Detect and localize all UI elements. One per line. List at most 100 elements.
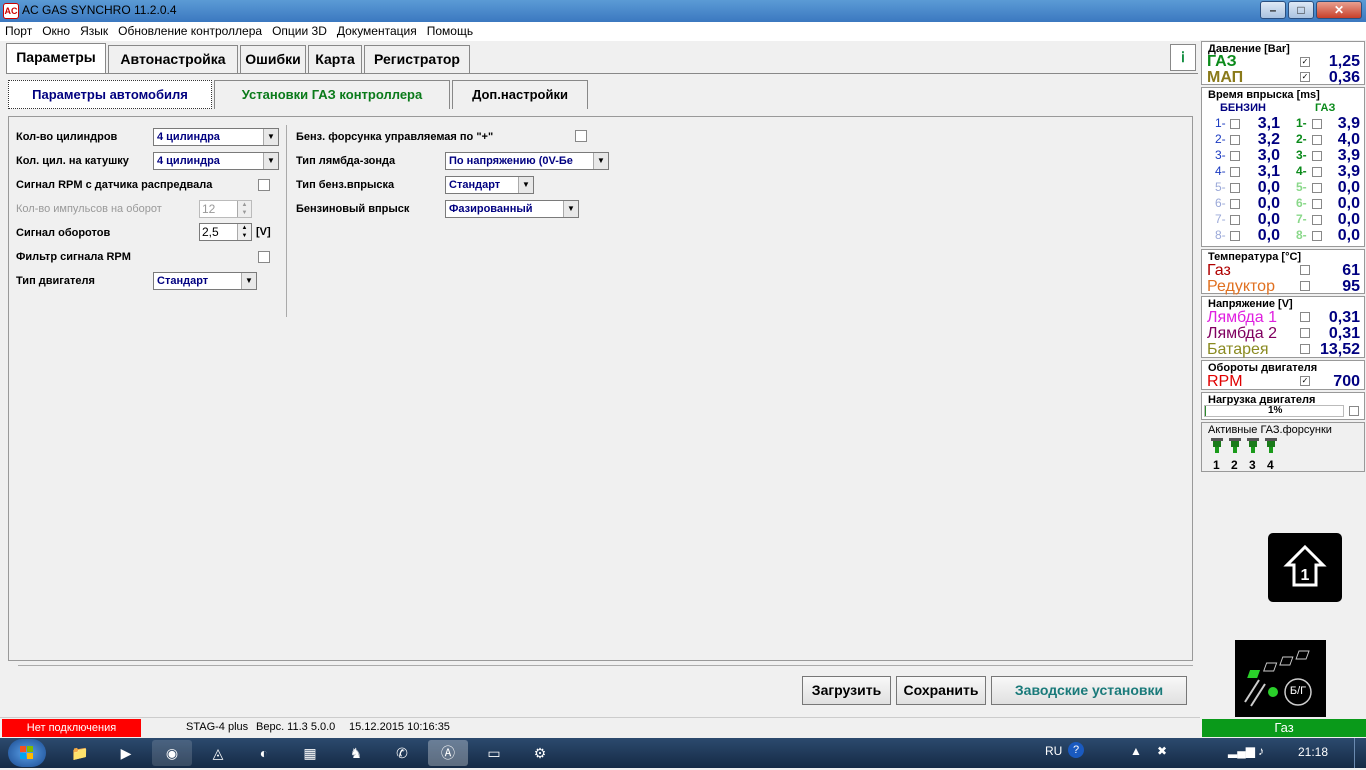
- injector-icon: [1229, 438, 1241, 453]
- lambda1-checkbox[interactable]: [1300, 312, 1310, 322]
- cylinders-select[interactable]: 4 цилиндра ▼: [153, 128, 279, 146]
- rev-signal-label: Сигнал оборотов: [16, 227, 111, 239]
- engine-load-value: 1%: [1268, 405, 1283, 416]
- lambda-type-select[interactable]: По напряжению (0V-Бе ▼: [445, 152, 609, 170]
- rpm-label: RPM: [1207, 373, 1243, 390]
- gas-cyl-checkbox[interactable]: [1312, 151, 1322, 161]
- gas-cyl-checkbox[interactable]: [1312, 135, 1322, 145]
- petrol-cyl-checkbox[interactable]: [1230, 119, 1240, 129]
- game-icon[interactable]: ♞: [336, 740, 376, 766]
- petrol-cyl-checkbox[interactable]: [1230, 167, 1240, 177]
- petrol-cyl-checkbox[interactable]: [1230, 151, 1240, 161]
- injector-icon: [1211, 438, 1223, 453]
- battery-checkbox[interactable]: [1300, 344, 1310, 354]
- rpm-checkbox[interactable]: ✓: [1300, 376, 1310, 386]
- lambda2-checkbox[interactable]: [1300, 328, 1310, 338]
- save-button[interactable]: Сохранить: [896, 676, 986, 705]
- tab-autotune[interactable]: Автонастройка: [108, 45, 238, 73]
- menu-language[interactable]: Язык: [75, 22, 113, 41]
- gas-cyl-checkbox[interactable]: [1312, 215, 1322, 225]
- petrol-inj-type-select[interactable]: Стандарт ▼: [445, 176, 534, 194]
- app-a-icon[interactable]: ◬: [198, 740, 238, 766]
- gas-cyl-checkbox[interactable]: [1312, 231, 1322, 241]
- title-bar: AC AC GAS SYNCHRO 11.2.0.4 – □ ✕: [0, 0, 1366, 22]
- tab-errors[interactable]: Ошибки: [240, 45, 306, 73]
- language-indicator[interactable]: RU: [1045, 744, 1062, 758]
- maximize-button[interactable]: □: [1288, 1, 1314, 19]
- rev-signal-stepper[interactable]: 2,5 ▲ ▼: [199, 223, 252, 241]
- window-title: AC GAS SYNCHRO 11.2.0.4: [22, 3, 177, 17]
- injection-header: Время впрыска [ms]: [1208, 89, 1320, 101]
- rpm-cam-checkbox[interactable]: [258, 179, 270, 191]
- petrol-cyl-number: 1-: [1215, 116, 1226, 130]
- gas-cyl-number: 6-: [1296, 196, 1307, 210]
- windows-logo-icon: [20, 746, 33, 759]
- minimize-button[interactable]: –: [1260, 1, 1286, 19]
- app-c-icon[interactable]: ◐: [244, 740, 284, 766]
- controller-name: STAG-4 plus: [186, 721, 249, 733]
- load-button[interactable]: Загрузить: [802, 676, 891, 705]
- coil-select[interactable]: 4 цилиндра ▼: [153, 152, 279, 170]
- rpm-filter-checkbox[interactable]: [258, 251, 270, 263]
- subtab-gas-controller[interactable]: Установки ГАЗ контроллера: [214, 80, 450, 109]
- calculator-icon[interactable]: ▦: [290, 740, 330, 766]
- status-bar: [0, 717, 1200, 738]
- petrol-inj-select[interactable]: Фазированный ▼: [445, 200, 579, 218]
- window-icon[interactable]: ▭: [474, 740, 514, 766]
- start-button[interactable]: [8, 739, 46, 767]
- fuel-switch-panel[interactable]: Б/Г: [1235, 640, 1326, 717]
- menu-help[interactable]: Помощь: [422, 22, 478, 41]
- pressure-map-checkbox[interactable]: ✓: [1300, 72, 1310, 82]
- pressure-gas-checkbox[interactable]: ✓: [1300, 57, 1310, 67]
- viber-icon[interactable]: ✆: [382, 740, 422, 766]
- menu-window[interactable]: Окно: [37, 22, 75, 41]
- petrol-cyl-checkbox[interactable]: [1230, 199, 1240, 209]
- engine-type-select[interactable]: Стандарт ▼: [153, 272, 257, 290]
- menu-3d-options[interactable]: Опции 3D: [267, 22, 332, 41]
- help-icon[interactable]: ?: [1068, 742, 1084, 758]
- chrome-icon[interactable]: ◉: [152, 740, 192, 766]
- gas-cyl-checkbox[interactable]: [1312, 167, 1322, 177]
- tab-map[interactable]: Карта: [308, 45, 362, 73]
- column-divider: [286, 125, 287, 317]
- explorer-icon[interactable]: 📁: [60, 740, 100, 766]
- show-desktop-button[interactable]: [1354, 738, 1366, 768]
- petrol-cyl-checkbox[interactable]: [1230, 135, 1240, 145]
- clock[interactable]: 21:18: [1298, 745, 1328, 759]
- factory-settings-button[interactable]: Заводские установки: [991, 676, 1187, 705]
- petrol-cyl-checkbox[interactable]: [1230, 215, 1240, 225]
- petrol-inj-value: Фазированный: [449, 203, 533, 215]
- cylinders-label: Кол-во цилиндров: [16, 131, 118, 143]
- gas-cyl-checkbox[interactable]: [1312, 199, 1322, 209]
- subtab-extra-settings[interactable]: Доп.настройки: [452, 80, 588, 109]
- menu-port[interactable]: Порт: [0, 22, 37, 41]
- gas-cyl-number: 7-: [1296, 212, 1307, 226]
- info-icon[interactable]: ⅰ: [1170, 44, 1196, 71]
- menu-documentation[interactable]: Документация: [332, 22, 422, 41]
- menu-update[interactable]: Обновление контроллера: [113, 22, 267, 41]
- menu-bar: Порт Окно Язык Обновление контроллера Опции …: [0, 22, 1366, 41]
- tab-recorder[interactable]: Регистратор: [364, 45, 470, 73]
- close-button[interactable]: ✕: [1316, 1, 1362, 19]
- spin-arrows-icon[interactable]: ▲ ▼: [237, 224, 251, 240]
- gas-cyl-checkbox[interactable]: [1312, 183, 1322, 193]
- temperature-gas-checkbox[interactable]: [1300, 265, 1310, 275]
- media-player-icon[interactable]: ▶: [106, 740, 146, 766]
- acgas-taskbar-icon[interactable]: Ⓐ: [428, 740, 468, 766]
- injector-plus-checkbox[interactable]: [575, 130, 587, 142]
- subtab-car-parameters[interactable]: Параметры автомобиля: [8, 80, 212, 109]
- network-error-icon[interactable]: ✖: [1157, 744, 1167, 758]
- volume-icon[interactable]: ♪: [1258, 744, 1264, 758]
- injection-section: Время впрыска [ms] БЕНЗИН ГАЗ 1- 3,1 1- 3,9…: [1201, 87, 1365, 247]
- petrol-cyl-checkbox[interactable]: [1230, 231, 1240, 241]
- car-icon[interactable]: ⚙: [520, 740, 560, 766]
- engine-load-checkbox[interactable]: [1349, 406, 1359, 416]
- tab-parameters[interactable]: Параметры: [6, 43, 106, 74]
- petrol-cyl-checkbox[interactable]: [1230, 183, 1240, 193]
- gas-cyl-checkbox[interactable]: [1312, 119, 1322, 129]
- pressure-section: Давление [Bar] ГАЗ ✓ 1,25 МАП ✓ 0,36: [1201, 41, 1365, 86]
- signal-icon[interactable]: ▂▄▆: [1228, 744, 1255, 758]
- tray-arrow-icon[interactable]: ▲: [1130, 744, 1142, 758]
- temperature-reducer-checkbox[interactable]: [1300, 281, 1310, 291]
- rpm-filter-label: Фильтр сигнала RPM: [16, 251, 131, 263]
